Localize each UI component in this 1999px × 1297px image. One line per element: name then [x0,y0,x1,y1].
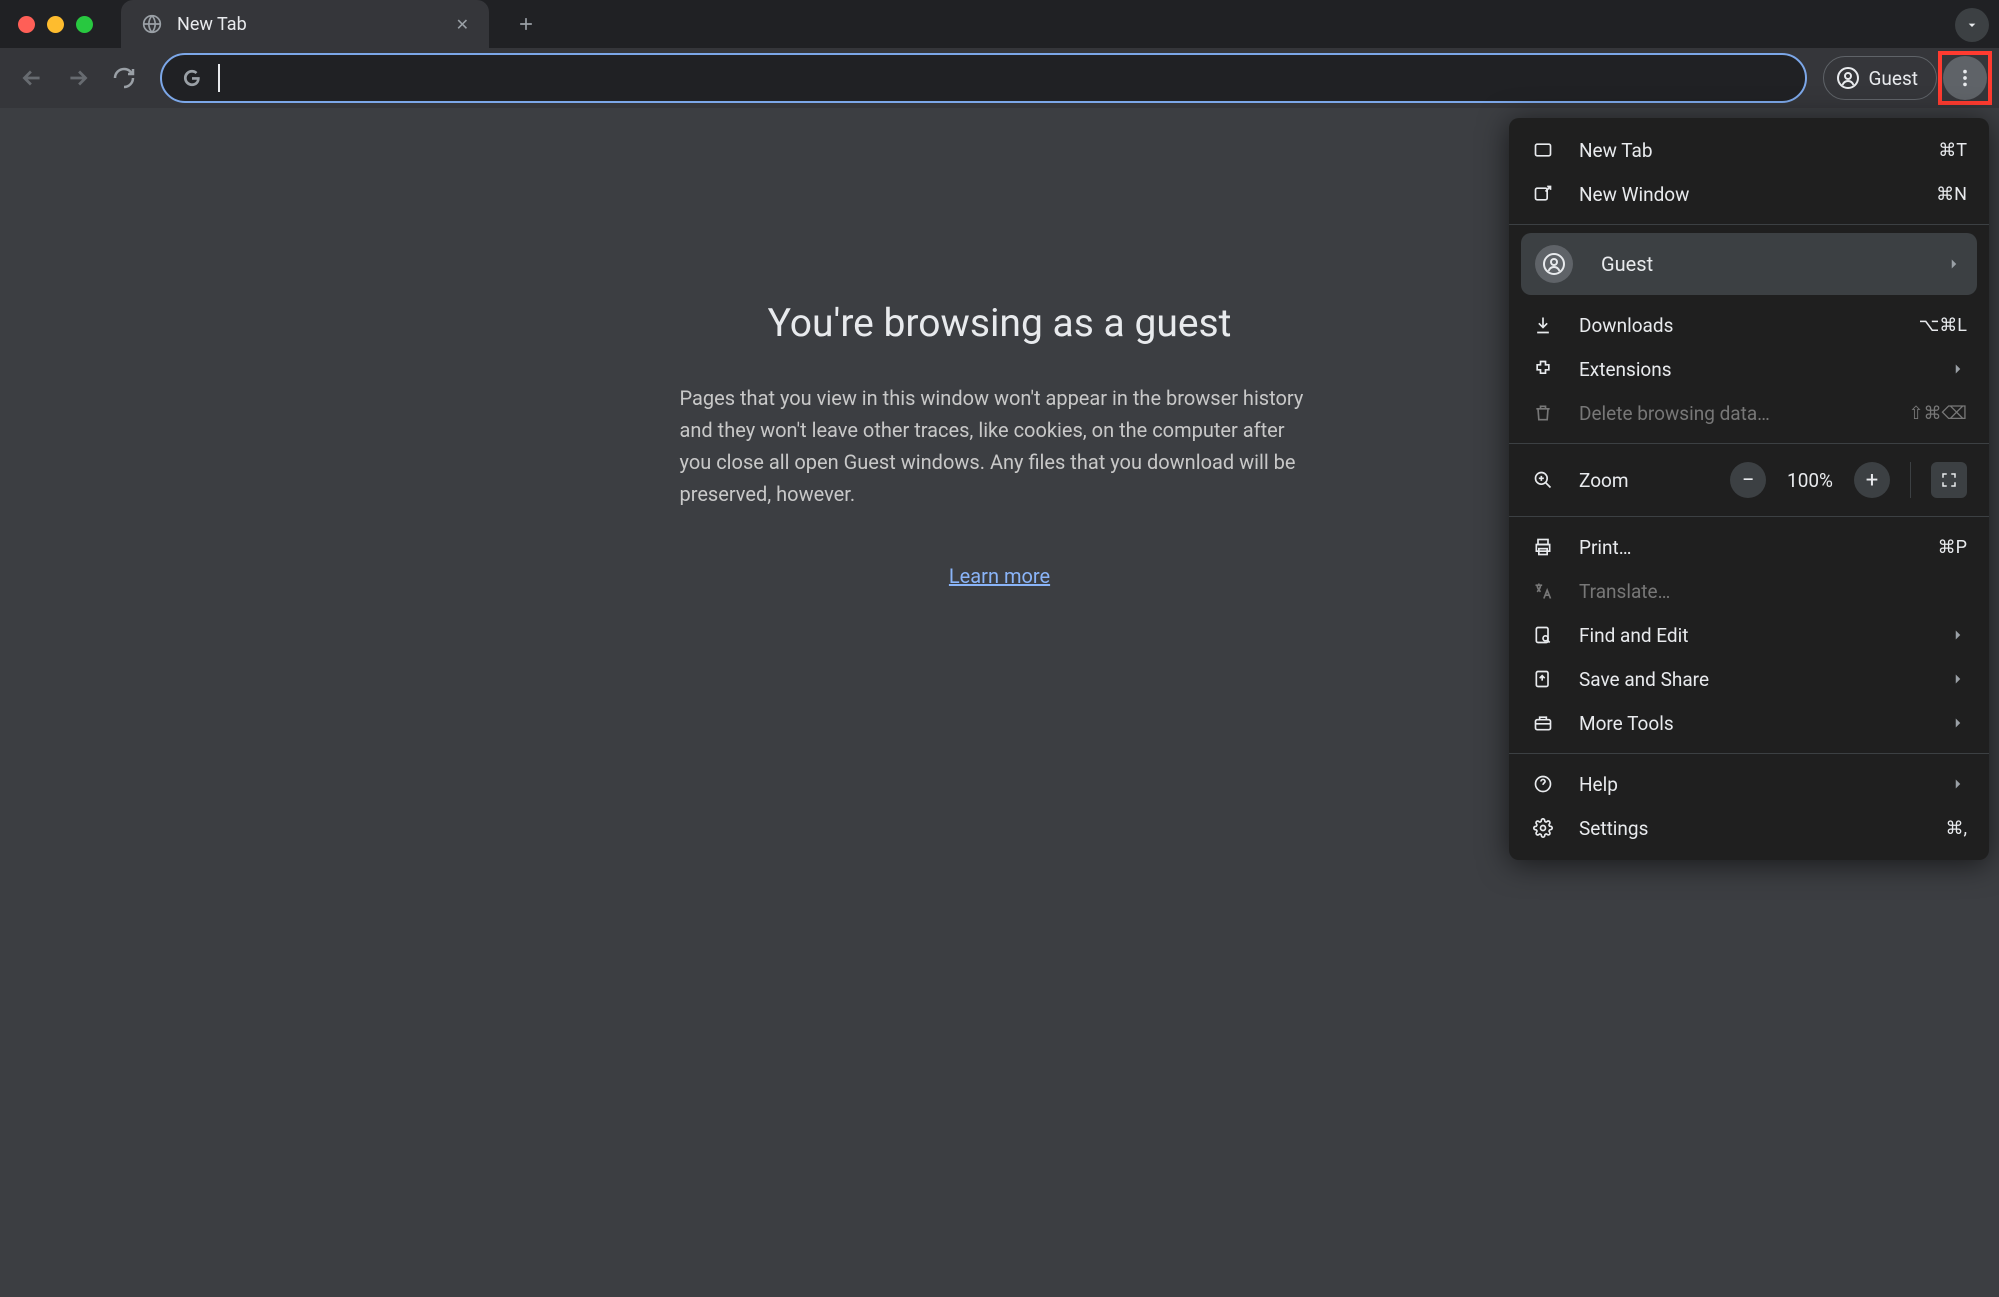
menu-save-share[interactable]: Save and Share [1509,657,1989,701]
translate-icon [1531,579,1555,603]
menu-guest-profile[interactable]: Guest [1521,233,1977,295]
chevron-right-icon [1949,626,1967,644]
menu-separator [1509,224,1989,225]
menu-item-shortcut: ⌘T [1938,140,1967,161]
zoom-value: 100% [1780,469,1840,492]
fullscreen-button[interactable] [1931,462,1967,498]
menu-delete-browsing-data: Delete browsing data… ⇧⌘⌫ [1509,391,1989,435]
reload-button[interactable] [104,58,144,98]
menu-item-label: New Tab [1579,139,1914,162]
chevron-right-icon [1949,360,1967,378]
profile-button[interactable]: Guest [1823,56,1937,100]
new-tab-button[interactable] [509,7,543,41]
more-button-container [1943,56,1987,100]
zoom-out-button[interactable]: − [1730,462,1766,498]
globe-icon [141,13,163,35]
chevron-right-icon [1945,255,1963,273]
help-icon [1531,772,1555,796]
share-icon [1531,667,1555,691]
page-body: Pages that you view in this window won't… [680,382,1320,510]
menu-item-label: Downloads [1579,314,1895,337]
toolbox-icon [1531,711,1555,735]
window-close-button[interactable] [18,16,35,33]
menu-item-shortcut: ⌘P [1938,537,1967,558]
trash-icon [1531,401,1555,425]
find-icon [1531,623,1555,647]
forward-button[interactable] [58,58,98,98]
menu-item-label: Translate… [1579,580,1967,603]
new-window-icon [1531,182,1555,206]
menu-item-label: More Tools [1579,712,1925,735]
window-minimize-button[interactable] [47,16,64,33]
menu-item-label: Settings [1579,817,1921,840]
menu-translate: Translate… [1509,569,1989,613]
menu-item-label: Guest [1601,252,1921,276]
print-icon [1531,535,1555,559]
learn-more-link[interactable]: Learn more [949,564,1050,588]
menu-item-shortcut: ⌘N [1936,184,1967,205]
menu-find-edit[interactable]: Find and Edit [1509,613,1989,657]
tab-title: New Tab [177,14,442,35]
menu-item-label: Find and Edit [1579,624,1925,647]
menu-settings[interactable]: Settings ⌘, [1509,806,1989,850]
menu-separator [1509,443,1989,444]
menu-item-label: New Window [1579,183,1912,206]
window-controls [18,16,93,33]
text-cursor [218,64,220,92]
menu-print[interactable]: Print… ⌘P [1509,525,1989,569]
browser-tab[interactable]: New Tab ✕ [121,0,489,48]
chevron-right-icon [1949,670,1967,688]
page-heading: You're browsing as a guest [768,300,1232,346]
menu-separator [1509,753,1989,754]
overflow-menu: New Tab ⌘T New Window ⌘N Guest Downloads… [1509,118,1989,860]
zoom-separator [1910,462,1911,498]
menu-item-shortcut: ⌥⌘L [1919,315,1967,336]
menu-downloads[interactable]: Downloads ⌥⌘L [1509,303,1989,347]
chevron-right-icon [1949,714,1967,732]
more-menu-button[interactable] [1943,56,1987,100]
window-maximize-button[interactable] [76,16,93,33]
menu-more-tools[interactable]: More Tools [1509,701,1989,745]
menu-item-label: Zoom [1579,469,1706,492]
menu-new-window[interactable]: New Window ⌘N [1509,172,1989,216]
download-icon [1531,313,1555,337]
menu-item-label: Delete browsing data… [1579,402,1884,425]
extensions-icon [1531,357,1555,381]
back-button[interactable] [12,58,52,98]
zoom-controls: − 100% + [1730,462,1967,498]
new-tab-icon [1531,138,1555,162]
zoom-in-button[interactable]: + [1854,462,1890,498]
address-bar[interactable] [160,53,1807,103]
titlebar-right [1955,8,1989,42]
tab-close-button[interactable]: ✕ [456,15,469,34]
menu-item-shortcut: ⌘, [1945,818,1967,839]
menu-item-label: Save and Share [1579,668,1925,691]
titlebar: New Tab ✕ [0,0,1999,48]
profile-avatar [1535,245,1573,283]
menu-zoom-row: Zoom − 100% + [1509,452,1989,508]
menu-separator [1509,516,1989,517]
menu-item-label: Extensions [1579,358,1925,381]
chevron-right-icon [1949,775,1967,793]
menu-new-tab[interactable]: New Tab ⌘T [1509,128,1989,172]
zoom-icon [1531,468,1555,492]
tab-search-button[interactable] [1955,8,1989,42]
gear-icon [1531,816,1555,840]
toolbar: Guest [0,48,1999,108]
google-icon [180,66,204,90]
profile-label: Guest [1868,67,1918,90]
menu-item-label: Help [1579,773,1925,796]
menu-item-shortcut: ⇧⌘⌫ [1908,403,1967,424]
menu-help[interactable]: Help [1509,762,1989,806]
menu-item-label: Print… [1579,536,1914,559]
menu-extensions[interactable]: Extensions [1509,347,1989,391]
